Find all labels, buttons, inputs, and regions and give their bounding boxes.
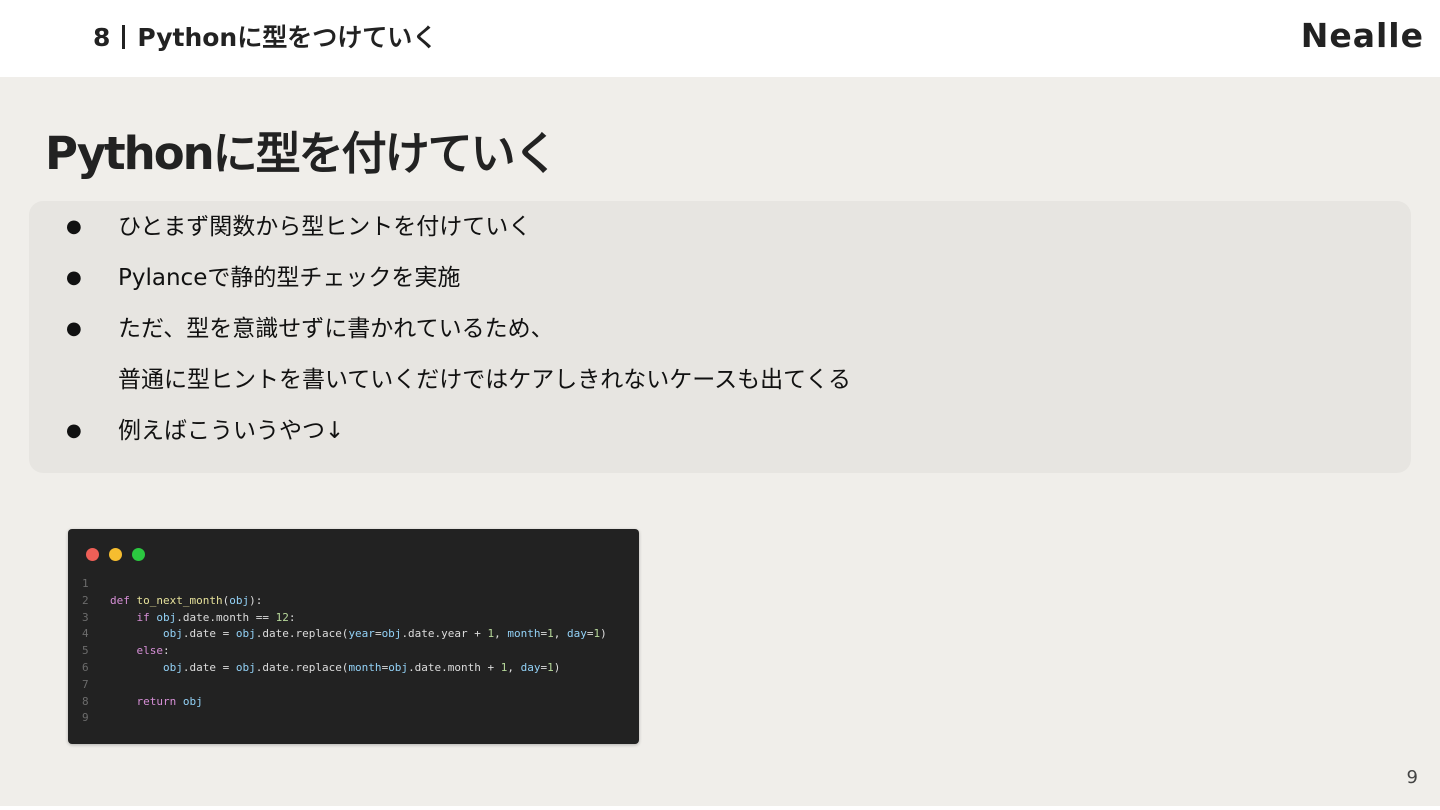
code-token: , xyxy=(507,660,521,674)
bullet-item: ● ただ、型を意識せずに書かれているため、 xyxy=(66,312,554,346)
slide-title: Pythonに型を付けていく xyxy=(45,127,559,180)
bullet-item: ● ひとまず関数から型ヒントを付けていく xyxy=(66,210,532,244)
bullet-text: 普通に型ヒントを書いていくだけではケアしきれないケースも出てくる xyxy=(118,367,852,393)
code-token: day xyxy=(520,660,541,674)
code-token: .date.year + xyxy=(401,627,488,641)
code-token: ): xyxy=(249,593,263,607)
line-number: 2 xyxy=(82,593,89,607)
company-logo: Nealle xyxy=(1300,16,1424,55)
bullet-text: 例えばこういうやつ↓ xyxy=(118,418,345,444)
code-block: 1 2 def to_next_month(obj): 3 if obj.date.m… xyxy=(82,576,607,727)
code-line: 3 if obj.date.month == 12: xyxy=(82,610,607,627)
code-token: month xyxy=(348,660,382,674)
code-line: 1 xyxy=(82,576,607,593)
code-token: obj xyxy=(182,694,203,708)
bullet-text: ただ、型を意識せずに書かれているため、 xyxy=(118,316,554,342)
section-title: Pythonに型をつけていく xyxy=(137,23,438,52)
code-token: if xyxy=(136,610,150,624)
code-token: , xyxy=(553,627,568,641)
code-token: obj xyxy=(388,660,409,674)
code-token: 1 xyxy=(547,660,554,674)
code-token: day xyxy=(567,627,587,641)
bullet-item: ● Pylanceで静的型チェックを実施 xyxy=(66,261,461,295)
code-token: ) xyxy=(600,627,607,641)
code-line: 6 obj.date = obj.date.replace(month=obj.… xyxy=(82,660,607,677)
slide-header: 8 Pythonに型をつけていく Nealle xyxy=(0,0,1440,77)
code-token: 1 xyxy=(547,627,554,641)
maximize-dot-icon xyxy=(132,548,145,561)
code-token: : xyxy=(163,644,170,658)
code-token: obj xyxy=(162,660,183,674)
close-dot-icon xyxy=(86,548,99,561)
bullet-marker: ● xyxy=(66,216,82,237)
code-token: obj xyxy=(229,593,250,607)
line-number: 1 xyxy=(82,577,89,590)
code-line: 9 xyxy=(82,710,607,727)
code-line: 2 def to_next_month(obj): xyxy=(82,593,607,610)
bullet-marker: ● xyxy=(66,420,82,441)
code-token: : xyxy=(288,610,296,624)
code-snippet-window: 1 2 def to_next_month(obj): 3 if obj.date.m… xyxy=(68,529,639,744)
bullet-text: ひとまず関数から型ヒントを付けていく xyxy=(118,214,532,240)
code-token: .date.month == xyxy=(176,610,276,624)
line-number: 7 xyxy=(82,677,89,691)
line-number: 8 xyxy=(82,694,89,708)
minimize-dot-icon xyxy=(109,548,122,561)
bullet-text: Pylanceで静的型チェックを実施 xyxy=(118,265,461,291)
code-token: .date.replace( xyxy=(255,660,349,674)
bullet-marker: ● xyxy=(66,318,82,339)
line-number: 4 xyxy=(82,627,89,641)
code-token: else xyxy=(136,644,164,658)
page-number: 9 xyxy=(1406,767,1418,788)
code-line: 4 obj.date = obj.date.replace(year=obj.d… xyxy=(82,626,607,643)
code-token: .date = xyxy=(182,627,236,641)
code-line: 7 xyxy=(82,677,607,694)
code-token: obj xyxy=(235,660,256,674)
code-token: ) xyxy=(553,660,561,674)
code-line: 5 else: xyxy=(82,643,607,660)
code-token: to_next_month xyxy=(136,593,223,607)
code-token: .date.replace( xyxy=(255,627,349,641)
code-token: , xyxy=(494,627,508,641)
bullet-continuation: 普通に型ヒントを書いていくだけではケアしきれないケースも出てくる xyxy=(118,363,851,397)
code-token: obj xyxy=(156,610,177,624)
line-number: 9 xyxy=(82,711,89,725)
code-token: .date.month + xyxy=(408,660,501,674)
code-token: obj xyxy=(235,627,256,641)
bullet-marker: ● xyxy=(66,267,82,288)
bottom-strip xyxy=(0,806,1440,810)
bullet-list: ● ひとまず関数から型ヒントを付けていく ● Pylanceで静的型チェックを実… xyxy=(29,201,1411,473)
section-divider xyxy=(122,25,126,49)
code-token: year xyxy=(348,627,375,641)
code-token: def xyxy=(110,593,130,607)
code-token: return xyxy=(136,694,177,708)
code-token: 12 xyxy=(275,610,289,624)
line-number: 5 xyxy=(82,644,89,658)
code-line: 8 return obj xyxy=(82,694,607,711)
code-token: .date = xyxy=(182,660,236,674)
bullet-item: ● 例えばこういうやつ↓ xyxy=(66,414,345,448)
code-token: obj xyxy=(381,627,402,641)
code-token: month xyxy=(507,627,541,641)
section-heading: 8 Pythonに型をつけていく xyxy=(93,20,437,56)
code-token: = xyxy=(374,627,382,641)
line-number: 6 xyxy=(82,660,89,674)
line-number: 3 xyxy=(82,610,89,624)
section-number: 8 xyxy=(93,23,111,52)
code-token: = xyxy=(586,627,594,641)
code-token: obj xyxy=(162,627,183,641)
